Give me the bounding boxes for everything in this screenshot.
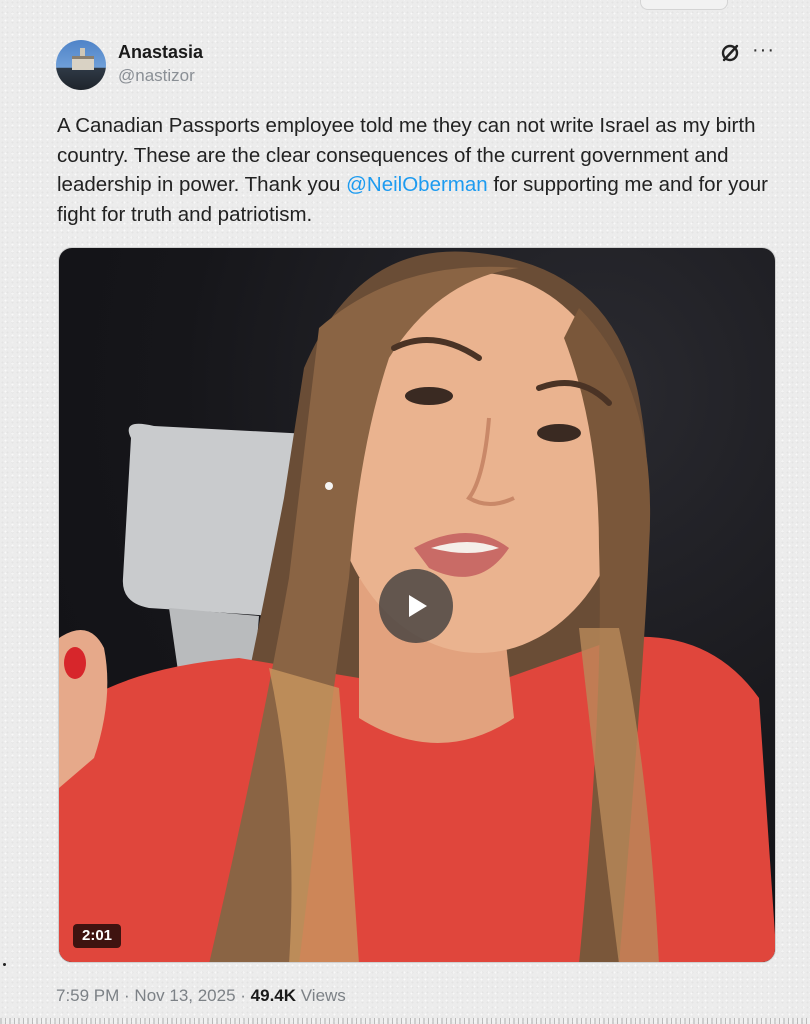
- play-button[interactable]: [379, 569, 453, 643]
- left-eye-shape: [405, 387, 453, 405]
- avatar[interactable]: [56, 40, 106, 90]
- tweet-time[interactable]: 7:59 PM: [56, 986, 119, 1005]
- meta-separator: ·: [119, 986, 135, 1005]
- play-icon: [409, 595, 427, 617]
- meta-separator: ·: [235, 986, 251, 1005]
- tweet-meta: 7:59 PM · Nov 13, 2025 · 49.4K Views: [56, 986, 346, 1006]
- views-count: 49.4K: [250, 986, 297, 1005]
- author-display-name[interactable]: Anastasia: [118, 42, 203, 63]
- fingernail-shape: [64, 647, 86, 679]
- bottom-noise-strip: [0, 1018, 810, 1024]
- views-label: Views: [296, 986, 346, 1005]
- page-dot: [3, 963, 6, 966]
- more-options-icon[interactable]: ···: [752, 40, 776, 60]
- author-handle[interactable]: @nastizor: [118, 66, 195, 86]
- earring-shape: [325, 482, 333, 490]
- avatar-building-shape: [72, 56, 94, 70]
- top-tab-edge: [640, 0, 728, 10]
- mention-link[interactable]: @NeilOberman: [346, 173, 488, 196]
- grok-icon[interactable]: [720, 43, 740, 63]
- tweet-text: A Canadian Passports employee told me th…: [57, 111, 777, 229]
- tweet-date[interactable]: Nov 13, 2025: [134, 986, 235, 1005]
- video-duration-badge: 2:01: [73, 924, 122, 948]
- right-eye-shape: [537, 424, 581, 442]
